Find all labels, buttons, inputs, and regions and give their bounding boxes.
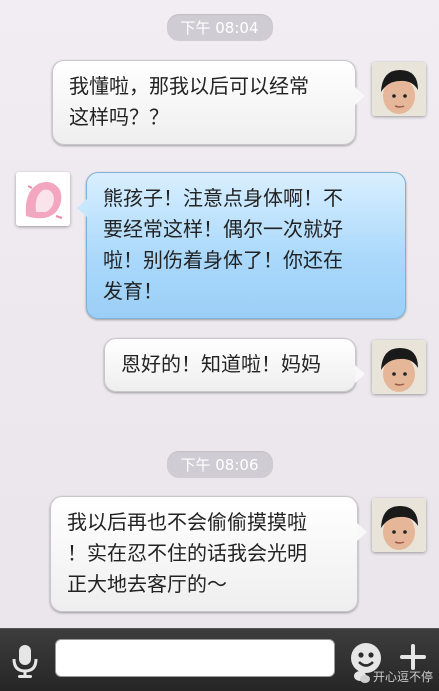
mom-avatar[interactable] [16,172,70,226]
message-line: 这样吗？？ [69,105,169,129]
timestamp-1: 下午 08:04 [166,14,273,41]
outgoing-message-bubble[interactable]: 我懂啦，那我以后可以经常 这样吗？？ [52,60,365,145]
outgoing-message-bubble[interactable]: 恩好的！知道啦！妈妈 [104,338,365,392]
message-line: ！实在忍不住的话我会光明 [67,541,307,565]
message-line: 发育！ [103,279,163,303]
message-line: 啦！别伤着身体了！你还在 [103,248,343,272]
user-avatar[interactable] [372,340,426,394]
message-line: 要经常这样！偶尔一次就好 [103,217,343,241]
message-line: 恩好的！知道啦！妈妈 [121,352,321,376]
input-bar: 开心逗不停 [0,628,439,691]
watermark-text: 开心逗不停 [372,670,433,684]
incoming-message-bubble[interactable]: 熊孩子！注意点身体啊！不 要经常这样！偶尔一次就好 啦！别伤着身体了！你还在 发… [77,172,406,319]
message-line: 我懂啦，那我以后可以经常 [69,74,309,98]
message-line: 熊孩子！注意点身体啊！不 [103,186,343,210]
user-avatar[interactable] [372,498,426,552]
message-line: 我以后再也不会偷偷摸摸啦 [67,510,307,534]
chat-area[interactable]: 下午 08:04 我懂啦，那我以后可以经常 这样吗？？ 熊孩子！注意点身体啊！不… [0,0,439,628]
message-input[interactable] [55,639,335,677]
timestamp-2: 下午 08:06 [166,451,273,478]
message-line: 正大地去客厅的～ [67,572,227,596]
microphone-icon[interactable] [10,643,40,679]
user-avatar[interactable] [372,62,426,116]
outgoing-message-bubble[interactable]: 我以后再也不会偷偷摸摸啦 ！实在忍不住的话我会光明 正大地去客厅的～ [50,496,367,612]
wechat-icon [353,670,370,683]
watermark: 开心逗不停 [353,668,433,685]
